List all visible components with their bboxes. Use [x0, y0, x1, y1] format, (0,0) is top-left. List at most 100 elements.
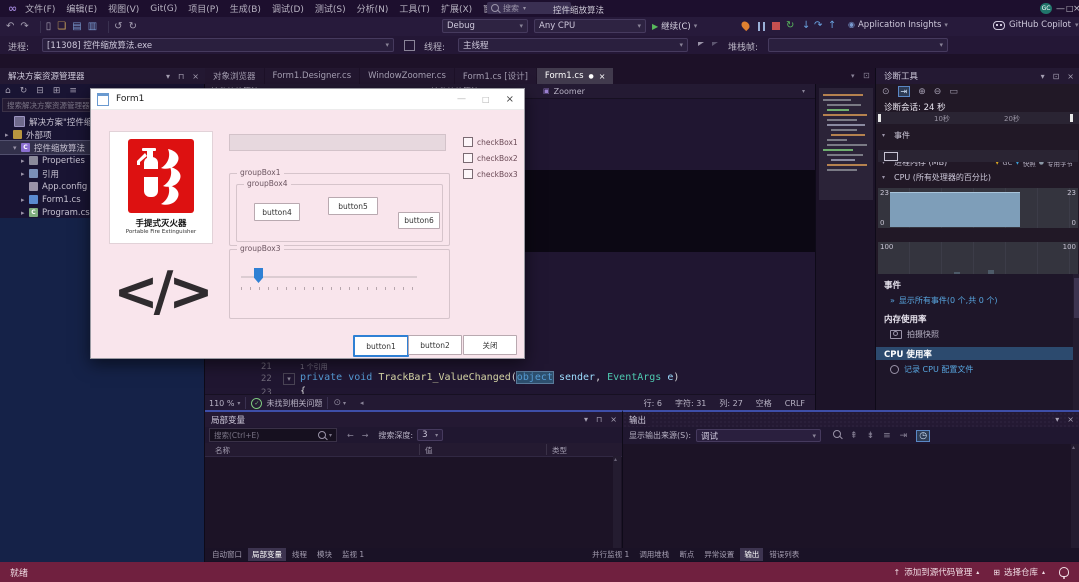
search-prev-icon[interactable]: ← — [347, 431, 354, 440]
checkbox3[interactable]: checkBox3 — [463, 166, 518, 182]
collapse-all-icon[interactable]: ⊟ — [36, 86, 44, 96]
open-file-icon[interactable]: ❏ — [57, 21, 66, 32]
reset-view-icon[interactable]: ▭ — [949, 87, 958, 97]
expand-icon[interactable]: ▸ — [21, 209, 29, 217]
flag-icon[interactable] — [698, 42, 704, 46]
menu-item-extensions[interactable]: 扩展(X) — [441, 2, 472, 15]
step-out-icon[interactable]: ↑ — [828, 21, 836, 31]
thread-toggle-icon[interactable] — [404, 40, 415, 51]
menu-item-view[interactable]: 视图(V) — [108, 2, 139, 15]
account-badge[interactable]: GC — [1040, 3, 1052, 14]
menu-item-file[interactable]: 文件(F) — [25, 2, 55, 15]
collapse-icon[interactable]: ▾ — [13, 144, 21, 152]
eol-indicator[interactable]: CRLF — [785, 399, 805, 408]
step-over-icon[interactable]: ↷ — [814, 21, 822, 31]
column-name[interactable]: 名称 — [215, 445, 230, 456]
code-line-22[interactable]: private void TrackBar1_ValueChanged(obje… — [300, 371, 679, 384]
undo-icon[interactable]: ↺ — [114, 21, 122, 32]
save-icon[interactable]: ▤ — [72, 21, 81, 32]
stop-icon[interactable] — [772, 22, 780, 30]
tab-form1-designer[interactable]: Form1.Designer.cs — [264, 68, 360, 84]
redo-icon[interactable]: ↻ — [129, 21, 137, 32]
collapse-icon[interactable]: ▾ — [882, 132, 890, 139]
summary-cpu-row[interactable]: CPU 使用率 — [876, 347, 1079, 360]
notifications-bell-icon[interactable] — [1059, 567, 1069, 579]
tab-error-list[interactable]: 错误列表 — [765, 548, 803, 561]
button5[interactable]: button5 — [328, 197, 378, 215]
flag-outline-icon[interactable] — [712, 42, 718, 46]
locals-scrollbar[interactable]: ▴ — [613, 456, 621, 548]
form-textbox[interactable] — [229, 134, 446, 151]
tab-overflow-icon[interactable]: ▾ — [851, 72, 855, 80]
repo-picker-button[interactable]: ⊞ 选择仓库 ▴ — [993, 566, 1045, 579]
process-dropdown[interactable]: [11308] 控件缩放算法.exe ▾ — [42, 38, 394, 52]
show-all-files-icon[interactable]: ⊞ — [53, 86, 61, 96]
tab-threads[interactable]: 线程 — [288, 548, 311, 561]
tab-exception-settings[interactable]: 异常设置 — [700, 548, 738, 561]
button4[interactable]: button4 — [254, 203, 300, 221]
form-minimize-icon[interactable]: — — [457, 94, 466, 104]
settings-gear-icon[interactable]: ⊙ — [882, 87, 890, 97]
zoom-in-icon[interactable]: ⊕ — [918, 87, 926, 97]
properties-icon[interactable]: ≡ — [69, 86, 77, 96]
close-icon[interactable]: × — [1067, 72, 1074, 81]
checkbox1[interactable]: checkBox1 — [463, 134, 518, 150]
form1-titlebar[interactable]: Form1 — □ × — [91, 89, 524, 110]
pin-icon[interactable]: ⊓ — [596, 415, 602, 424]
menu-item-git[interactable]: Git(G) — [150, 4, 177, 14]
scroll-left-icon[interactable]: ◂ — [360, 399, 364, 407]
form-maximize-icon[interactable]: □ — [482, 95, 490, 104]
menu-item-tools[interactable]: 工具(T) — [399, 2, 430, 15]
expand-icon[interactable]: ▸ — [21, 170, 29, 178]
show-all-events-link[interactable]: » 显示所有事件(0 个,共 0 个) — [876, 291, 1079, 306]
close-icon[interactable]: × — [1067, 415, 1074, 424]
issues-label[interactable]: 未找到相关问题 — [266, 398, 322, 409]
expand-icon[interactable]: ▸ — [21, 196, 29, 204]
button6[interactable]: button6 — [398, 212, 440, 229]
form-close-icon[interactable]: × — [506, 94, 514, 105]
search-depth-dropdown[interactable]: 3 ▾ — [417, 429, 444, 441]
output-scrollbar[interactable]: ▴ — [1071, 444, 1079, 550]
checkbox2[interactable]: checkBox2 — [463, 150, 518, 166]
timeline-ruler[interactable]: 10秒 20秒 — [876, 112, 1079, 124]
pin-icon[interactable]: ⊓ — [178, 72, 184, 81]
tab-watch1[interactable]: 监视 1 — [338, 548, 368, 561]
codelens-references[interactable]: 1 个引用 — [300, 362, 328, 372]
tab-breakpoints[interactable]: 断点 — [675, 548, 698, 561]
zoom-out-icon[interactable]: ⊖ — [934, 87, 942, 97]
chevron-down-icon[interactable]: ▾ — [1055, 415, 1060, 424]
fold-arrow-icon[interactable]: ▾ — [283, 373, 295, 385]
new-file-icon[interactable]: ▯ — [46, 21, 52, 32]
thread-dropdown[interactable]: 主线程 ▾ — [458, 38, 688, 52]
app-insights-dropdown[interactable]: ◉ Application Insights ▾ — [848, 20, 948, 30]
chevron-down-icon[interactable]: ▾ — [584, 415, 588, 424]
breadcrumb-member-dropdown[interactable]: ▣ Zoomer — [543, 87, 585, 96]
button2[interactable]: button2 — [408, 335, 462, 355]
restart-icon[interactable]: ↻ — [786, 21, 794, 31]
chevron-down-icon[interactable]: ▾ — [166, 72, 170, 81]
tab-locals[interactable]: 局部变量 — [248, 548, 286, 561]
stack-frame-dropdown[interactable]: ▾ — [768, 38, 948, 52]
chevron-down-icon[interactable]: ▾ — [1041, 72, 1045, 81]
track-window-icon[interactable]: ⇥ — [897, 86, 911, 97]
menu-item-debug[interactable]: 调试(D) — [272, 2, 304, 15]
menu-item-build[interactable]: 生成(B) — [230, 2, 261, 15]
minimap[interactable] — [815, 84, 875, 410]
expand-icon[interactable]: ▸ — [21, 157, 29, 165]
close-form-button[interactable]: 关闭 — [463, 335, 517, 355]
home-icon[interactable]: ⌂ — [5, 86, 11, 96]
tab-output[interactable]: 输出 — [740, 548, 764, 561]
tab-modules[interactable]: 模块 — [313, 548, 336, 561]
tab-close-icon[interactable]: × — [599, 72, 606, 81]
menu-item-edit[interactable]: 编辑(E) — [66, 2, 97, 15]
github-copilot-button[interactable]: GitHub Copilot ▾ — [993, 20, 1078, 30]
tab-autos[interactable]: 自动窗口 — [208, 548, 246, 561]
find-icon[interactable] — [833, 430, 842, 441]
events-track[interactable] — [878, 150, 1078, 162]
button1[interactable]: button1 — [353, 335, 409, 357]
trackbar-track[interactable] — [241, 276, 417, 278]
code-cleanup-icon[interactable]: ⊙ — [333, 398, 341, 408]
tab-call-stack[interactable]: 调用堆栈 — [635, 548, 673, 561]
float-icon[interactable]: ⊡ — [1053, 72, 1060, 81]
tab-object-browser[interactable]: 对象浏览器 — [205, 68, 264, 84]
